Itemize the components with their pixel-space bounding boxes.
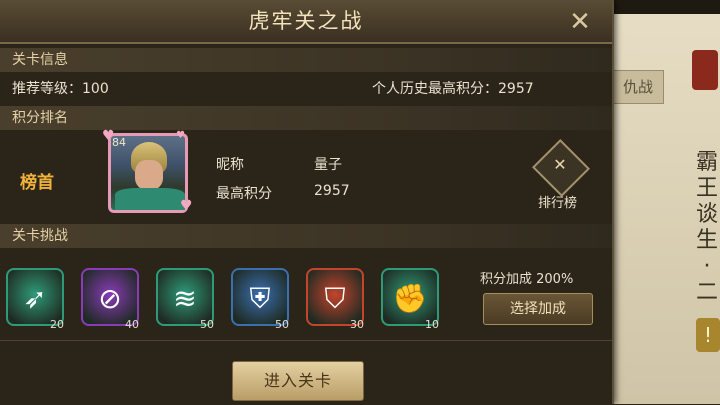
dialog-title: 虎牢关之战 [248,9,364,33]
top-rank-badge: 榜首 [20,173,54,193]
personal-best-label: 个人历史最高积分： [372,81,498,97]
armor-icon: ⛨ [249,282,271,315]
nickname-label: 昵称 [216,157,244,173]
best-score-label: 最高积分 [216,186,272,202]
section-level-info: 关卡信息 [0,48,612,72]
face-art [135,160,163,190]
stage-dialog: 虎牢关之战 ✕ 关卡信息 推荐等级：100 个人历史最高积分：2957 积分排名… [0,0,614,405]
recommended-label: 推荐等级： [12,81,82,97]
skill-count: 50 [200,318,214,331]
scarf-art [115,188,185,210]
skill-count: 50 [275,318,289,331]
skill-count: 40 [125,318,139,331]
heart-icon: ♥ [176,130,185,141]
recommended-level: 推荐等级：100 [12,78,109,98]
skill-count: 30 [350,318,364,331]
gauntlet-icon: ✊ [392,282,428,315]
scroll-icon: ≋ [173,282,197,315]
personal-best: 个人历史最高积分：2957 [372,78,534,98]
personal-best-value: 2957 [498,81,534,97]
heart-icon: ♥ [102,128,115,144]
skill-count: 20 [50,318,64,331]
recommended-value: 100 [82,81,109,97]
nickname-value: 量子 [314,157,342,173]
horn-icon: ➶ [23,282,47,315]
alert-icon[interactable]: ! [696,318,720,352]
background-tab[interactable]: 仇战 [612,70,664,104]
section-challenge: 关卡挑战 [0,224,612,248]
leaderboard-label[interactable]: 排行榜 [538,192,577,211]
section-ranking: 积分排名 [0,106,612,130]
choose-bonus-button[interactable]: 选择加成 [483,293,593,325]
close-icon[interactable]: ✕ [566,9,594,35]
skill-count: 10 [425,318,439,331]
ban-fire-icon: ⊘ [98,282,122,315]
heart-icon: ♥ [180,198,193,214]
bonus-text: 积分加成 200% [480,272,574,287]
shield-icon: ⛉ [324,282,346,315]
best-score-value: 2957 [314,183,350,199]
background-vertical-text: 霸王谈生·二 [696,150,719,305]
background-banner-icon [692,50,718,90]
leaderboard-icon[interactable]: ✕ [551,154,569,176]
enter-stage-button[interactable]: 进入关卡 [232,361,364,401]
